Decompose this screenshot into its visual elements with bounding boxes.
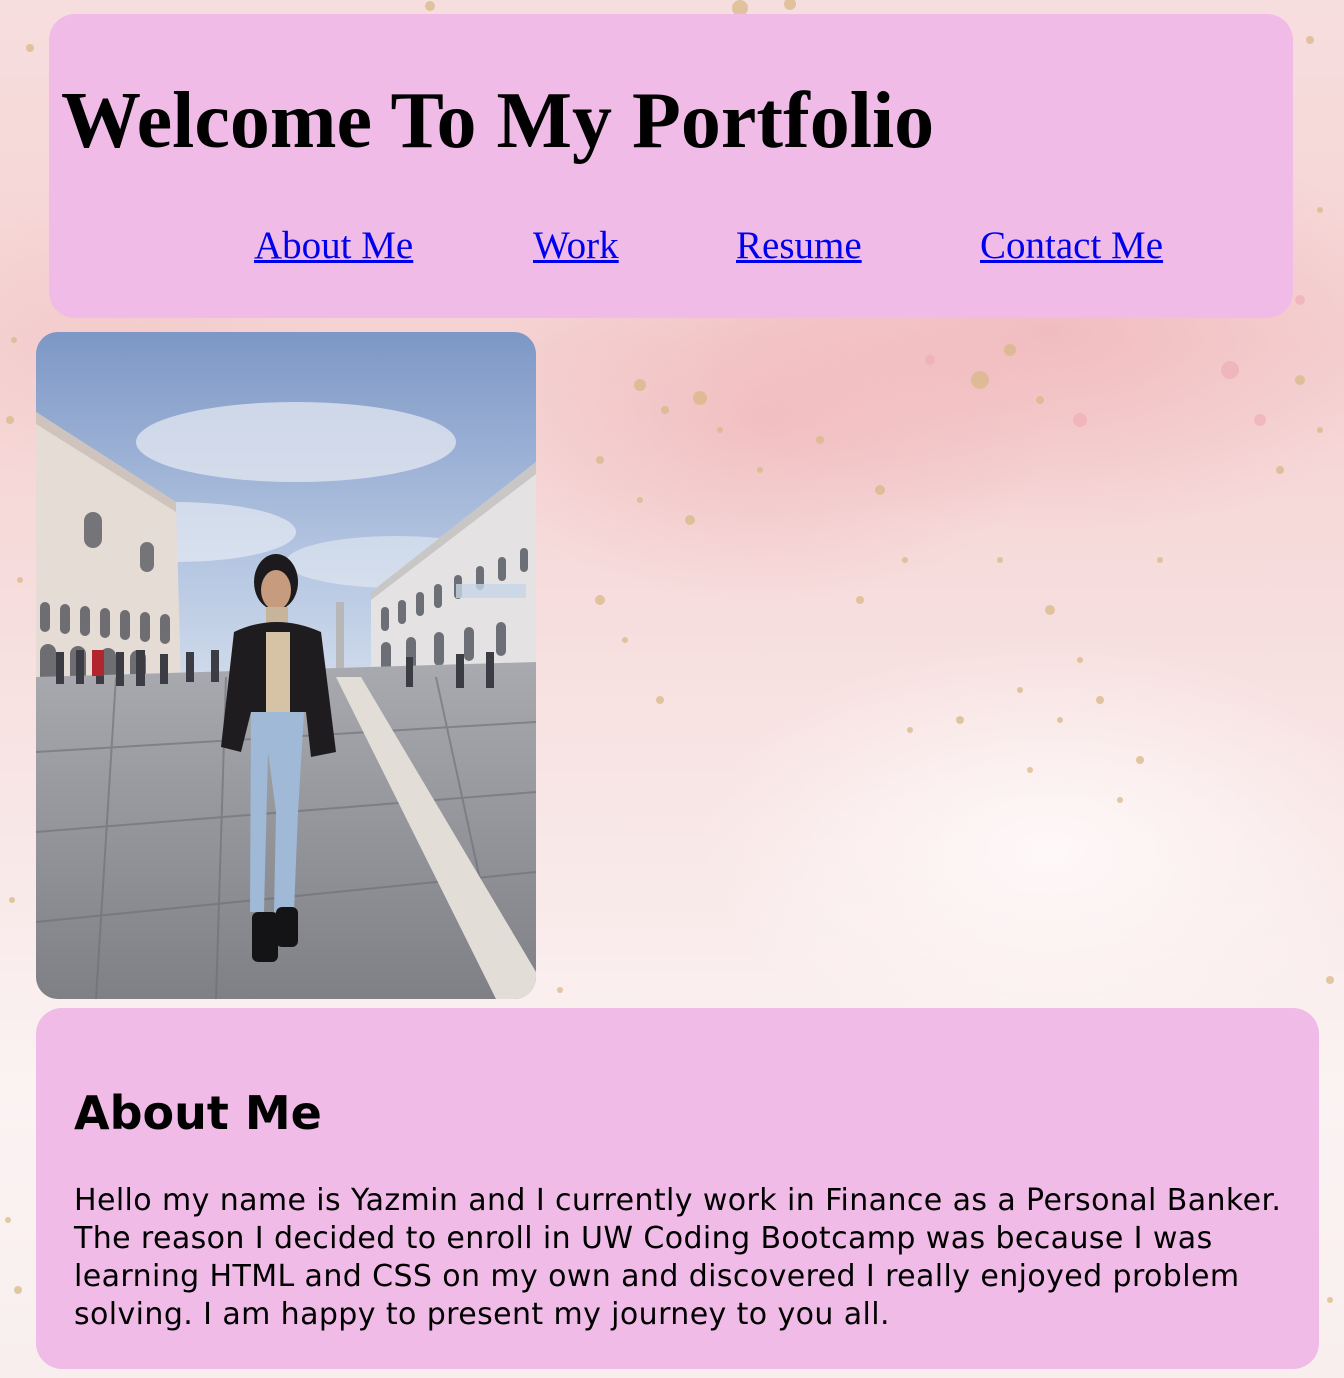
nav-link-contact-me[interactable]: Contact Me xyxy=(980,220,1163,272)
profile-photo-image xyxy=(36,332,536,999)
about-me-section: About Me Hello my name is Yazmin and I c… xyxy=(36,1008,1319,1369)
nav-link-resume[interactable]: Resume xyxy=(736,220,862,272)
page-title: Welcome To My Portfolio xyxy=(61,77,935,165)
about-me-heading: About Me xyxy=(74,1086,322,1140)
nav-link-about-me[interactable]: About Me xyxy=(254,220,413,272)
profile-photo xyxy=(36,332,536,999)
site-header: Welcome To My Portfolio About Me Work Re… xyxy=(49,14,1293,318)
nav-link-work[interactable]: Work xyxy=(533,220,619,272)
about-me-text: Hello my name is Yazmin and I currently … xyxy=(74,1183,1282,1332)
